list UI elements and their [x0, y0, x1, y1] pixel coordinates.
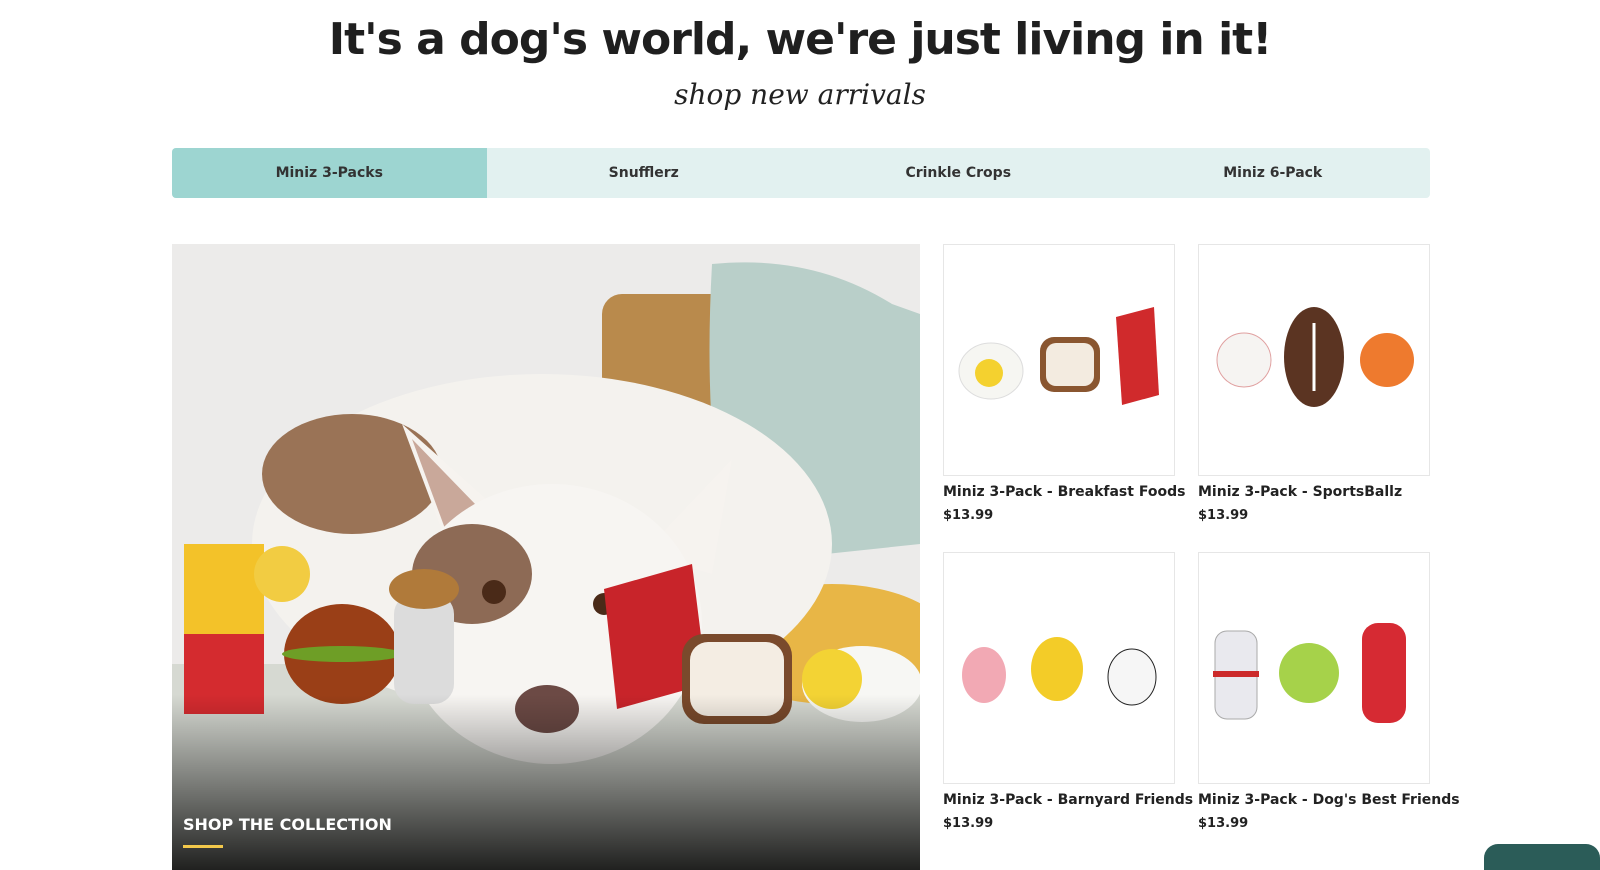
breakfast-foods-toys-image: [958, 307, 1159, 405]
tab-crinkle-crops[interactable]: Crinkle Crops: [801, 148, 1116, 198]
hero-dog-with-toys-image: [172, 244, 920, 870]
chat-widget-button[interactable]: [1484, 844, 1600, 870]
barnyard-friends-toys-image: [962, 637, 1157, 706]
product-card[interactable]: Miniz 3-Pack - Breakfast Foods $13.99: [943, 244, 1185, 523]
product-card[interactable]: Miniz 3-Pack - SportsBallz $13.99: [1198, 244, 1430, 523]
product-image[interactable]: [943, 552, 1175, 784]
product-price: $13.99: [1198, 816, 1249, 831]
dogs-best-friends-toys-image: [1213, 623, 1406, 723]
collection-tabs: Miniz 3-Packs Snufflerz Crinkle Crops Mi…: [172, 148, 1430, 198]
shop-the-collection-link[interactable]: SHOP THE COLLECTION: [183, 815, 392, 834]
tab-miniz-6-pack[interactable]: Miniz 6-Pack: [1116, 148, 1431, 198]
product-price: $13.99: [943, 508, 994, 523]
product-image[interactable]: [1198, 552, 1430, 784]
page-headline: It's a dog's world, we're just living in…: [328, 14, 1273, 65]
tab-snufflerz[interactable]: Snufflerz: [487, 148, 802, 198]
product-price: $13.99: [943, 816, 994, 831]
page-subheadline: shop new arrivals: [674, 78, 926, 111]
tab-miniz-3-packs[interactable]: Miniz 3-Packs: [172, 148, 487, 198]
product-image[interactable]: [1198, 244, 1430, 476]
product-title[interactable]: Miniz 3-Pack - Barnyard Friends: [943, 792, 1193, 808]
cta-underline: [183, 845, 223, 848]
product-title[interactable]: Miniz 3-Pack - Dog's Best Friends: [1198, 792, 1460, 808]
product-price: $13.99: [1198, 508, 1249, 523]
product-card[interactable]: Miniz 3-Pack - Barnyard Friends $13.99: [943, 552, 1193, 831]
product-card[interactable]: Miniz 3-Pack - Dog's Best Friends $13.99: [1198, 552, 1460, 831]
product-image[interactable]: [943, 244, 1175, 476]
hero-collection-banner[interactable]: SHOP THE COLLECTION: [172, 244, 920, 870]
product-title[interactable]: Miniz 3-Pack - SportsBallz: [1198, 484, 1430, 500]
product-title[interactable]: Miniz 3-Pack - Breakfast Foods: [943, 484, 1185, 500]
sportsballz-toys-image: [1216, 307, 1414, 407]
